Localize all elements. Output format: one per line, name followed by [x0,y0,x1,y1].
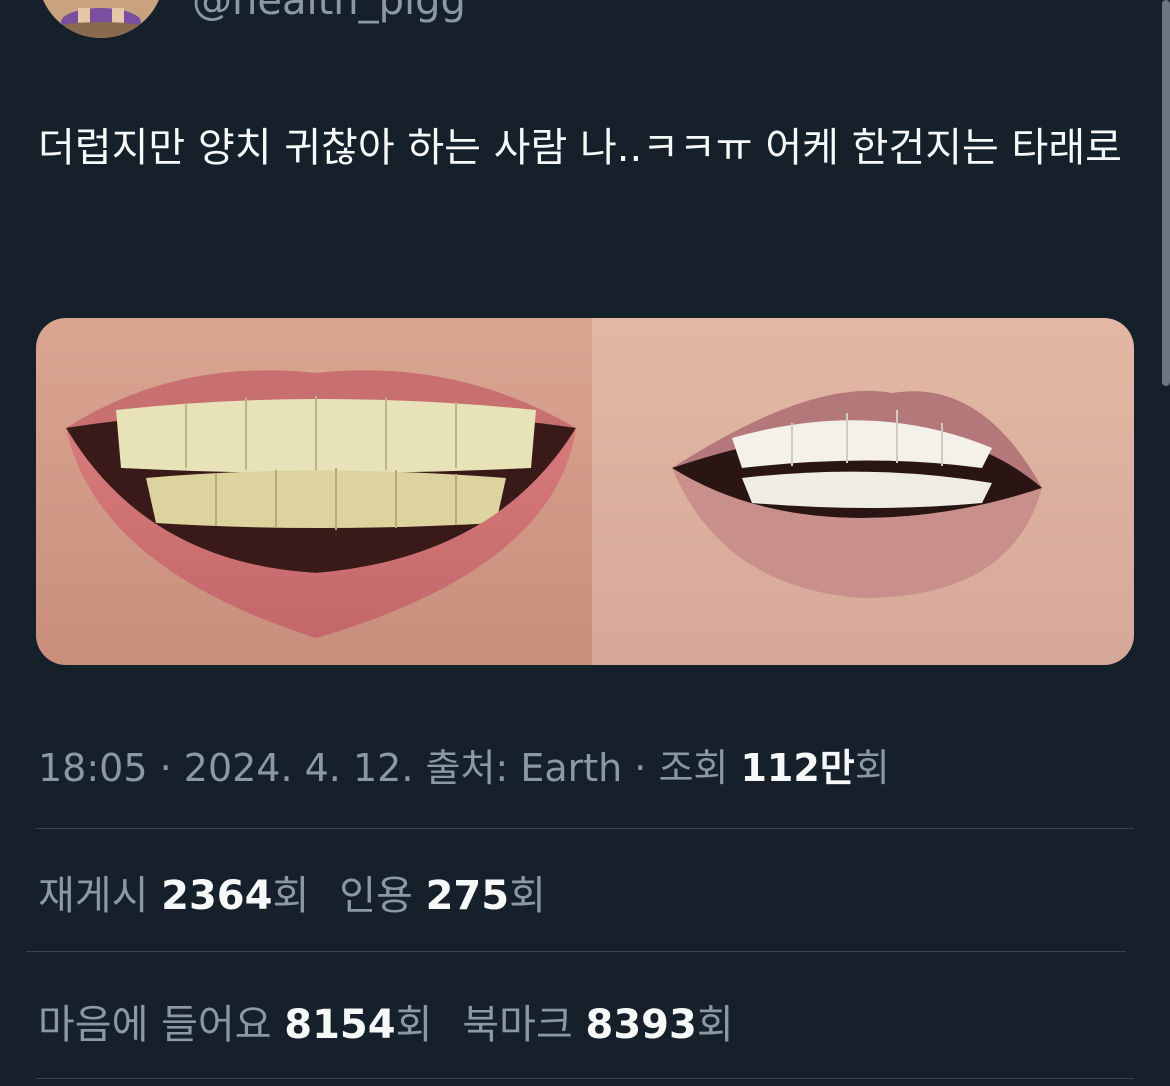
avatar-image [38,0,164,38]
divider [36,1078,1134,1079]
quotes-stat[interactable]: 인용 275회 [339,873,546,919]
likes-suffix: 회 [395,1002,433,1048]
media-image-before[interactable] [36,318,592,665]
likes-stat[interactable]: 마음에 들어요 8154회 [38,1002,432,1048]
retweets-label: 재게시 [38,873,162,919]
quotes-suffix: 회 [509,873,546,919]
bookmarks-stat[interactable]: 북마크 8393회 [462,1002,733,1048]
author-avatar[interactable] [38,0,164,38]
views-suffix: 회 [854,746,890,790]
retweets-suffix: 회 [272,873,310,919]
scrollbar[interactable] [1162,0,1170,386]
likes-label: 마음에 들어요 [38,1002,285,1048]
quotes-count: 275 [425,873,510,919]
teeth-photo-before [36,318,592,665]
author-handle[interactable]: @health_pigg [192,0,466,24]
divider [36,828,1134,829]
views-label: 조회 [658,746,741,790]
tweet-detail-page: @health_pigg 더럽지만 양치 귀찮아 하는 사람 나..ㅋㅋㅠ 어케… [0,0,1170,1086]
teeth-photo-after [592,318,1134,665]
tweet-text: 더럽지만 양치 귀찮아 하는 사람 나..ㅋㅋㅠ 어케 한건지는 타래로 [38,125,1122,171]
tweet-meta: 18:05 · 2024. 4. 12. 출처: Earth · 조회 112만… [38,737,890,792]
bookmarks-count: 8393 [585,1002,697,1048]
stats-row-reposts: 재게시 2364회 인용 275회 [38,863,546,921]
tweet-date[interactable]: 2024. 4. 12. [184,746,414,790]
tweet-time[interactable]: 18:05 [38,746,148,790]
meta-separator-2: · [622,746,659,790]
bookmarks-suffix: 회 [696,1002,734,1048]
retweets-count: 2364 [161,873,273,919]
media-image-after[interactable] [592,318,1134,665]
retweets-stat[interactable]: 재게시 2364회 [38,873,309,919]
quotes-label: 인용 [339,873,426,919]
divider [26,951,1126,952]
source-label: 출처: [425,746,521,790]
stats-row-likes: 마음에 들어요 8154회 북마크 8393회 [38,992,734,1050]
tweet-source[interactable]: Earth [520,746,622,790]
meta-separator: · [147,746,184,790]
likes-count: 8154 [284,1002,396,1048]
views-count: 112만 [740,746,855,790]
tweet-media[interactable] [36,318,1134,665]
bookmarks-label: 북마크 [462,1002,586,1048]
